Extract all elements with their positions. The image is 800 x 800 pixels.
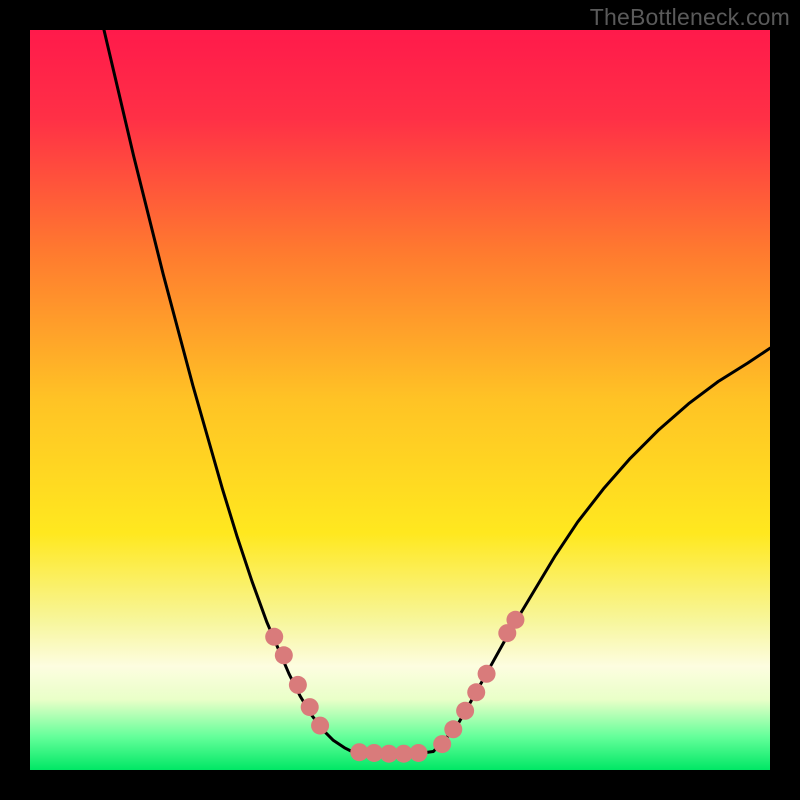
gradient-background [30,30,770,770]
marker-dot [456,702,474,720]
plot-area [30,30,770,770]
marker-dot [478,665,496,683]
marker-dot [275,646,293,664]
marker-dot [444,720,462,738]
marker-dot [301,698,319,716]
marker-dot [311,717,329,735]
marker-dot [506,611,524,629]
marker-dot [467,683,485,701]
marker-dot [433,735,451,753]
chart-svg [30,30,770,770]
chart-frame: TheBottleneck.com [0,0,800,800]
marker-dot [410,744,428,762]
marker-dot [265,628,283,646]
marker-dot [289,676,307,694]
watermark-text: TheBottleneck.com [590,4,790,31]
